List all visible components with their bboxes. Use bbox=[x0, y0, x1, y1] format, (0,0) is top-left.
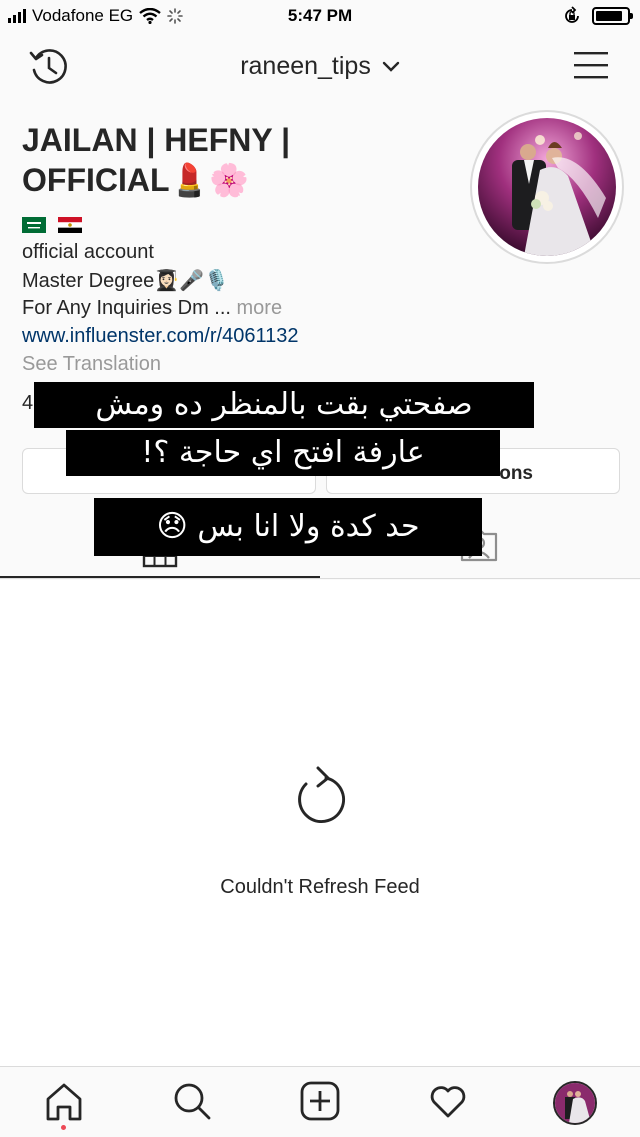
bio-line-3-text: For Any Inquiries Dm ... bbox=[22, 297, 231, 319]
caption-line-2: عارفة افتح اي حاجة ؟! bbox=[66, 430, 500, 476]
bio: official account Master Degree👩🏻‍🎓🎤🎙️ Fo… bbox=[22, 210, 462, 378]
bottom-tab-bar bbox=[0, 1066, 640, 1137]
profile-avatar-tab[interactable] bbox=[553, 1081, 597, 1125]
caption-line-3-text: حد كدة ولا انا بس bbox=[197, 509, 420, 544]
flags-row bbox=[22, 210, 462, 238]
profile-avatar[interactable] bbox=[470, 110, 624, 264]
display-name-emojis: 💄🌸 bbox=[169, 161, 250, 199]
bio-more-link[interactable]: more bbox=[231, 297, 283, 319]
profile-avatar-thumbnail bbox=[555, 1083, 595, 1123]
nav-bar: raneen_tips bbox=[0, 32, 640, 102]
avatar-photo bbox=[478, 118, 616, 256]
status-bar: Vodafone EG 5:47 PM bbox=[0, 0, 640, 32]
status-right bbox=[562, 6, 633, 26]
website-link[interactable]: www.influenster.com/r/4061132 bbox=[22, 322, 462, 350]
chevron-down-icon bbox=[382, 62, 399, 73]
bio-line-2-emojis: 👩🏻‍🎓🎤🎙️ bbox=[154, 268, 229, 292]
saudi-arabia-flag-icon bbox=[22, 216, 46, 233]
feed-error-message: Couldn't Refresh Feed bbox=[220, 876, 420, 898]
search-icon[interactable] bbox=[172, 1081, 212, 1121]
username: raneen_tips bbox=[240, 52, 371, 80]
hamburger-menu-icon[interactable] bbox=[574, 50, 608, 80]
refresh-icon[interactable] bbox=[292, 766, 348, 826]
caption-line-3: حد كدة ولا انا بس 😞 bbox=[94, 498, 482, 556]
tab-divider bbox=[0, 578, 640, 579]
bio-line-3: For Any Inquiries Dm ... more bbox=[22, 294, 462, 322]
battery-icon bbox=[592, 7, 633, 25]
display-name-line2: OFFICIAL bbox=[22, 162, 170, 198]
bio-line-2-text: Master Degree bbox=[22, 270, 155, 292]
home-notification-dot bbox=[61, 1125, 66, 1130]
see-translation-link[interactable]: See Translation bbox=[22, 350, 462, 378]
egypt-flag-icon bbox=[57, 216, 82, 233]
battery-level bbox=[596, 11, 622, 21]
username-switcher[interactable]: raneen_tips bbox=[0, 52, 640, 81]
home-icon[interactable] bbox=[44, 1081, 84, 1121]
caption-line-1: صفحتي بقت بالمنظر ده ومش bbox=[34, 382, 534, 428]
new-post-icon[interactable] bbox=[300, 1081, 340, 1121]
display-name: JAILAN | HEFNY | OFFICIAL💄🌸 bbox=[22, 120, 442, 200]
sad-face-emoji: 😞 bbox=[156, 509, 188, 544]
bio-line-1: official account bbox=[22, 241, 154, 263]
stats-number-partial: 4 bbox=[22, 392, 34, 414]
orientation-lock-icon bbox=[565, 6, 579, 23]
bio-line-2: Master Degree👩🏻‍🎓🎤🎙️ bbox=[22, 266, 462, 294]
activity-heart-icon[interactable] bbox=[428, 1081, 468, 1121]
status-time: 5:47 PM bbox=[287, 6, 353, 25]
display-name-line1: JAILAN | HEFNY | bbox=[22, 122, 291, 158]
